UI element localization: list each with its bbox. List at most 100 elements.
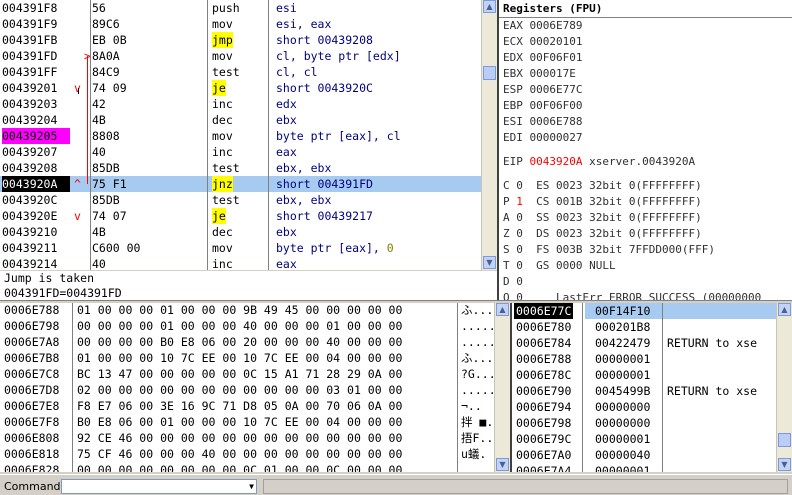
eip-row[interactable]: EIP 0043920A xserver.0043920A xyxy=(503,154,695,170)
dump-hex[interactable]: F8 E7 06 00 3E 16 9C 71 D8 05 0A 00 70 0… xyxy=(77,398,402,414)
registers-pane[interactable]: Registers (FPU) EAX 0006E789 ECX 00020101… xyxy=(499,0,792,300)
stack-row[interactable]: 0006E78C 00000001 xyxy=(512,367,776,383)
dump-row[interactable]: 0006E828 00 00 00 00 00 00 00 00 0C 01 00… xyxy=(0,462,494,472)
register-row[interactable]: EDI 00000027 xyxy=(503,130,582,146)
register-value[interactable]: 000017E xyxy=(530,67,576,80)
flag-value[interactable]: 0 xyxy=(516,291,523,300)
dump-pane[interactable]: 0006E788 01 00 00 00 01 00 00 00 9B 49 45… xyxy=(0,303,510,472)
stack-address[interactable]: 0006E798 xyxy=(514,415,573,431)
flag-row[interactable]: D 0 xyxy=(503,274,536,290)
flag-row[interactable]: T 0 GS 0000 NULL xyxy=(503,258,616,274)
disasm-address[interactable]: 004391F8 xyxy=(2,0,70,16)
dump-row[interactable]: 0006E798 00 00 00 00 01 00 00 00 40 00 00… xyxy=(0,318,494,334)
dump-ascii[interactable]: ....... xyxy=(461,318,494,334)
disasm-row[interactable]: 00439211 C600 00 mov byte ptr [eax], 0 xyxy=(0,240,481,256)
flag-value[interactable]: 0 xyxy=(516,243,523,256)
disasm-address[interactable]: 00439208 xyxy=(2,160,70,176)
dump-row[interactable]: 0006E7A8 00 00 00 00 B0 E8 06 00 20 00 00… xyxy=(0,334,494,350)
eip-value[interactable]: 0043920A xyxy=(530,155,583,168)
dump-row[interactable]: 0006E7E8 F8 E7 06 00 3E 16 9C 71 D8 05 0A… xyxy=(0,398,494,414)
dump-address[interactable]: 0006E7A8 xyxy=(4,334,59,350)
dump-address[interactable]: 0006E818 xyxy=(4,446,59,462)
dump-address[interactable]: 0006E7E8 xyxy=(4,398,59,414)
register-row[interactable]: ESI 0006E788 xyxy=(503,114,582,130)
register-value[interactable]: 00F06F00 xyxy=(530,99,583,112)
stack-row[interactable]: 0006E784 00422479 RETURN to xse xyxy=(512,335,776,351)
stack-row[interactable]: 0006E7A4 00000001 xyxy=(512,463,776,472)
register-row[interactable]: ESP 0006E77C xyxy=(503,82,582,98)
disasm-address[interactable]: 00439207 xyxy=(2,144,70,160)
stack-value[interactable]: 000201B8 xyxy=(585,319,785,335)
disasm-address[interactable]: 00439210 xyxy=(2,224,70,240)
stack-scrollbar[interactable]: ▲ ▼ xyxy=(776,303,792,472)
disasm-scrollbar[interactable]: ▲ ▼ xyxy=(481,0,497,270)
dump-ascii[interactable]: ?G.... xyxy=(461,366,494,382)
flag-row[interactable]: O 0 LastErr ERROR_SUCCESS (00000000 xyxy=(503,290,761,300)
scroll-down-icon[interactable]: ▼ xyxy=(483,256,496,269)
disasm-address[interactable]: 004391F9 xyxy=(2,16,70,32)
dump-hex[interactable]: 01 00 00 00 01 00 00 00 9B 49 45 00 00 0… xyxy=(77,303,402,318)
stack-pane[interactable]: 0006E77C 00F14F10 0006E780 000201B8 0006E784… xyxy=(512,303,792,472)
dump-address[interactable]: 0006E7C8 xyxy=(4,366,59,382)
stack-value[interactable]: 00000040 xyxy=(585,447,785,463)
disasm-row[interactable]: 004391F9 89C6 mov esi, eax xyxy=(0,16,481,32)
scroll-down-icon[interactable]: ▼ xyxy=(778,458,791,471)
disasm-address[interactable]: 00439201 xyxy=(2,80,70,96)
disasm-row[interactable]: 004391FF 84C9 test cl, cl xyxy=(0,64,481,80)
flag-value[interactable]: 0 xyxy=(516,259,523,272)
stack-address[interactable]: 0006E784 xyxy=(514,335,573,351)
stack-value[interactable]: 00000000 xyxy=(585,399,785,415)
dump-ascii[interactable]: ...... xyxy=(461,382,494,398)
disasm-row[interactable]: 00439205 8808 mov byte ptr [eax], cl xyxy=(0,128,481,144)
dump-row[interactable]: 0006E7D8 02 00 00 00 00 00 00 00 00 00 00… xyxy=(0,382,494,398)
dump-address[interactable]: 0006E788 xyxy=(4,303,59,318)
stack-address[interactable]: 0006E788 xyxy=(514,351,573,367)
stack-value[interactable]: 00000001 xyxy=(585,367,785,383)
register-value[interactable]: 0006E788 xyxy=(530,115,583,128)
registers-title[interactable]: Registers (FPU) xyxy=(503,1,602,16)
chevron-down-icon[interactable]: ▼ xyxy=(249,480,254,493)
flag-row[interactable]: C 0 ES 0023 32bit 0(FFFFFFFF) xyxy=(503,178,702,194)
dump-row[interactable]: 0006E808 92 CE 46 00 00 00 00 00 00 00 00… xyxy=(0,430,494,446)
stack-value[interactable]: 00000000 xyxy=(585,415,785,431)
disasm-address[interactable]: 0043920E xyxy=(2,208,70,224)
dump-hex[interactable]: 92 CE 46 00 00 00 00 00 00 00 00 00 00 0… xyxy=(77,430,402,446)
disassembly-pane[interactable]: 004391F8 56 push esi 004391F9 89C6 mov esi, eax… xyxy=(0,0,497,270)
dump-ascii[interactable]: ....... xyxy=(461,334,494,350)
disasm-address[interactable]: 00439203 xyxy=(2,96,70,112)
register-value[interactable]: 0006E789 xyxy=(530,19,583,32)
dump-hex[interactable]: 01 00 00 00 10 7C EE 00 10 7C EE 00 04 0… xyxy=(77,350,402,366)
stack-value[interactable]: 00000001 xyxy=(585,463,785,472)
disasm-address[interactable]: 004391FB xyxy=(2,32,70,48)
dump-ascii[interactable]: u蟻. xyxy=(461,446,494,462)
disasm-row[interactable]: 004391F8 56 push esi xyxy=(0,0,481,16)
dump-scrollbar[interactable]: ▲ ▼ xyxy=(494,303,510,472)
dump-hex[interactable]: 00 00 00 00 00 00 00 00 0C 01 00 00 0C 0… xyxy=(77,462,402,472)
disasm-address[interactable]: 0043920C xyxy=(2,192,70,208)
dump-hex[interactable]: B0 E8 06 00 01 00 00 00 10 7C EE 00 04 0… xyxy=(77,414,402,430)
disasm-row[interactable]: 0043920C 85DB test ebx, ebx xyxy=(0,192,481,208)
stack-address[interactable]: 0006E77C xyxy=(514,303,574,319)
disasm-row[interactable]: 004391FD>8A0Amovcl, byte ptr [edx] xyxy=(0,48,481,64)
dump-hex[interactable]: BC 13 47 00 00 00 00 00 0C 15 A1 71 28 2… xyxy=(77,366,402,382)
scroll-thumb[interactable] xyxy=(778,433,791,447)
stack-address[interactable]: 0006E7A4 xyxy=(514,463,573,472)
register-value[interactable]: 00000027 xyxy=(530,131,583,144)
stack-address[interactable]: 0006E790 xyxy=(514,383,573,399)
stack-address[interactable]: 0006E780 xyxy=(514,319,573,335)
stack-row[interactable]: 0006E790 0045499B RETURN to xse xyxy=(512,383,776,399)
flag-value[interactable]: 0 xyxy=(516,227,523,240)
register-row[interactable]: EDX 00F06F01 xyxy=(503,50,582,66)
stack-address[interactable]: 0006E78C xyxy=(514,367,573,383)
register-row[interactable]: EAX 0006E789 xyxy=(503,18,582,34)
dump-address[interactable]: 0006E7B8 xyxy=(4,350,59,366)
stack-value[interactable]: 00F14F10 xyxy=(585,303,785,319)
disasm-row[interactable]: 00439201v74 09jeshort 0043920C xyxy=(0,80,481,96)
flag-value[interactable]: 0 xyxy=(516,211,523,224)
flag-row[interactable]: A 0 SS 0023 32bit 0(FFFFFFFF) xyxy=(503,210,702,226)
register-value[interactable]: 0006E77C xyxy=(530,83,583,96)
disasm-address[interactable]: 004391FF xyxy=(2,64,70,80)
stack-value[interactable]: 00000001 xyxy=(585,431,785,447)
disasm-row[interactable]: 00439208 85DB test ebx, ebx xyxy=(0,160,481,176)
register-value[interactable]: 00F06F01 xyxy=(530,51,583,64)
